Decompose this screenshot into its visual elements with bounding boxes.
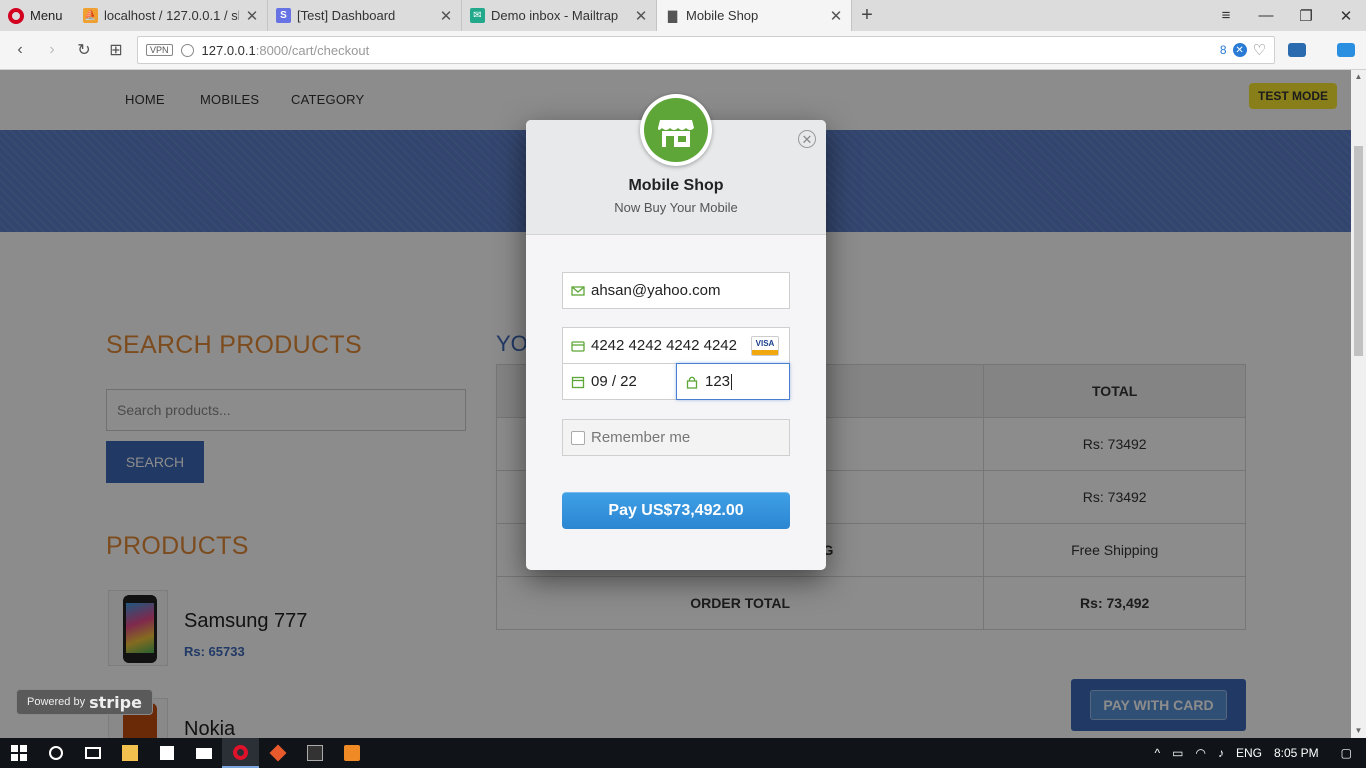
pay-button[interactable]: Pay US$73,492.00: [562, 492, 790, 529]
menu-label: Menu: [30, 8, 63, 23]
powered-by-stripe-badge[interactable]: Powered by stripe: [16, 689, 153, 715]
file-explorer-icon[interactable]: [111, 738, 148, 768]
shop-tagline: Now Buy Your Mobile: [614, 200, 738, 215]
back-arrow-icon[interactable]: ‹: [4, 41, 36, 59]
page-scrollbar[interactable]: ▲ ▼: [1351, 70, 1366, 738]
url-path: :8000/cart/checkout: [255, 42, 370, 58]
opera-menu-button[interactable]: Menu: [0, 0, 75, 31]
store-icon[interactable]: [148, 738, 185, 768]
tab-stripe-dashboard[interactable]: S [Test] Dashboard ✕: [268, 0, 462, 31]
address-bar-row: ‹ › ↻ ⊞ VPN 127.0.0.1:8000/cart/checkout…: [0, 31, 1366, 70]
mail-icon[interactable]: [185, 738, 222, 768]
shop-logo: [640, 94, 712, 166]
expiry-value: 09 / 22: [591, 373, 637, 390]
battery-saver-icon[interactable]: [1337, 43, 1355, 57]
credit-card-icon: [571, 341, 585, 352]
email-field[interactable]: ahsan@yahoo.com: [562, 272, 790, 309]
url-field[interactable]: VPN 127.0.0.1:8000/cart/checkout 8 ✕ ♡: [137, 36, 1275, 64]
tab-title: localhost / 127.0.0.1 / sho: [104, 8, 239, 23]
reload-icon[interactable]: ↻: [68, 40, 100, 60]
tab-title: [Test] Dashboard: [297, 8, 396, 23]
tab-close-icon[interactable]: ✕: [634, 7, 648, 25]
adblock-count: 8: [1219, 43, 1227, 57]
scrollbar-thumb[interactable]: [1354, 146, 1363, 356]
card-number-field[interactable]: 4242 4242 4242 4242 VISA: [562, 327, 790, 364]
speed-dial-grid-icon[interactable]: ⊞: [100, 40, 132, 60]
stripe-checkout-modal: ✕ Mobile Shop Now Buy Your Mobile ahsan@…: [526, 94, 826, 570]
remember-me-checkbox[interactable]: [571, 431, 585, 445]
tab-close-icon[interactable]: ✕: [439, 7, 453, 25]
tab-close-icon[interactable]: ✕: [829, 7, 843, 25]
minimize-icon[interactable]: —: [1246, 7, 1286, 24]
wifi-icon[interactable]: ◠: [1195, 746, 1205, 760]
language-indicator[interactable]: ENG: [1236, 746, 1262, 760]
site-info-globe-icon[interactable]: [180, 43, 194, 57]
stripe-logo: stripe: [89, 692, 142, 712]
remember-me-label: Remember me: [591, 429, 691, 446]
stripe-icon: S: [276, 8, 291, 23]
modal-header: ✕ Mobile Shop Now Buy Your Mobile: [526, 94, 826, 235]
storefront-icon: [644, 98, 708, 162]
scroll-down-icon[interactable]: ▼: [1351, 724, 1366, 738]
notification-icon[interactable]: ▢: [1341, 746, 1352, 760]
phpmyadmin-icon: ⛵: [83, 8, 98, 23]
lock-icon: [686, 376, 698, 389]
extension-icon[interactable]: [1288, 43, 1306, 57]
tab-mailtrap[interactable]: ✉ Demo inbox - Mailtrap ✕: [462, 0, 657, 31]
calendar-icon: [571, 376, 585, 389]
card-brand: VISA: [755, 339, 775, 348]
window-close-icon[interactable]: ✕: [1326, 7, 1366, 25]
cortana-search-icon[interactable]: [37, 738, 74, 768]
powered-by-label: Powered by: [27, 696, 86, 708]
remember-me-field[interactable]: Remember me: [562, 419, 790, 456]
cvc-field[interactable]: 123: [676, 363, 790, 400]
tab-title: Demo inbox - Mailtrap: [491, 8, 619, 23]
shop-name: Mobile Shop: [628, 177, 724, 194]
mailtrap-icon: ✉: [470, 8, 485, 23]
windows-start-icon[interactable]: [0, 738, 37, 768]
new-tab-plus-icon[interactable]: +: [852, 0, 882, 31]
windows-taskbar: ^ ▭ ◠ ♪ ENG 8:05 PM ▢: [0, 738, 1366, 768]
tray-chevron-icon[interactable]: ^: [1154, 746, 1160, 760]
restore-icon[interactable]: ❐: [1286, 7, 1326, 25]
bookmark-heart-icon[interactable]: ♡: [1253, 41, 1266, 59]
clock[interactable]: 8:05 PM: [1274, 746, 1319, 760]
expiry-field[interactable]: 09 / 22: [562, 363, 677, 400]
vpn-badge[interactable]: VPN: [146, 44, 173, 56]
opera-logo-icon: [8, 7, 24, 24]
command-prompt-icon[interactable]: [296, 738, 333, 768]
opera-taskbar-icon[interactable]: [222, 738, 259, 768]
tab-mobile-shop[interactable]: ▇ Mobile Shop ✕: [657, 0, 852, 31]
tab-phpmyadmin[interactable]: ⛵ localhost / 127.0.0.1 / sho ✕: [75, 0, 268, 31]
scroll-up-icon[interactable]: ▲: [1351, 70, 1366, 84]
adblock-shield-icon[interactable]: ✕: [1232, 43, 1247, 57]
sublime-text-icon[interactable]: [333, 738, 370, 768]
tab-title: Mobile Shop: [686, 8, 759, 23]
visa-card-icon: VISA: [751, 336, 779, 356]
git-icon[interactable]: [259, 738, 296, 768]
forward-arrow-icon[interactable]: ›: [36, 41, 68, 59]
url-host: 127.0.0.1: [201, 42, 256, 58]
email-value: ahsan@yahoo.com: [591, 282, 721, 299]
task-view-icon[interactable]: [74, 738, 111, 768]
tab-close-icon[interactable]: ✕: [245, 7, 259, 25]
card-number-value: 4242 4242 4242 4242: [591, 337, 737, 354]
envelope-icon: [571, 286, 585, 296]
volume-icon[interactable]: ♪: [1218, 746, 1224, 760]
tab-menu-icon[interactable]: ≡: [1206, 7, 1246, 24]
modal-close-icon[interactable]: ✕: [798, 130, 816, 148]
browser-tab-strip: Menu ⛵ localhost / 127.0.0.1 / sho ✕ S […: [0, 0, 1366, 31]
cvc-value: 123: [705, 373, 731, 390]
page-icon: ▇: [667, 8, 678, 23]
battery-icon[interactable]: ▭: [1172, 746, 1183, 760]
